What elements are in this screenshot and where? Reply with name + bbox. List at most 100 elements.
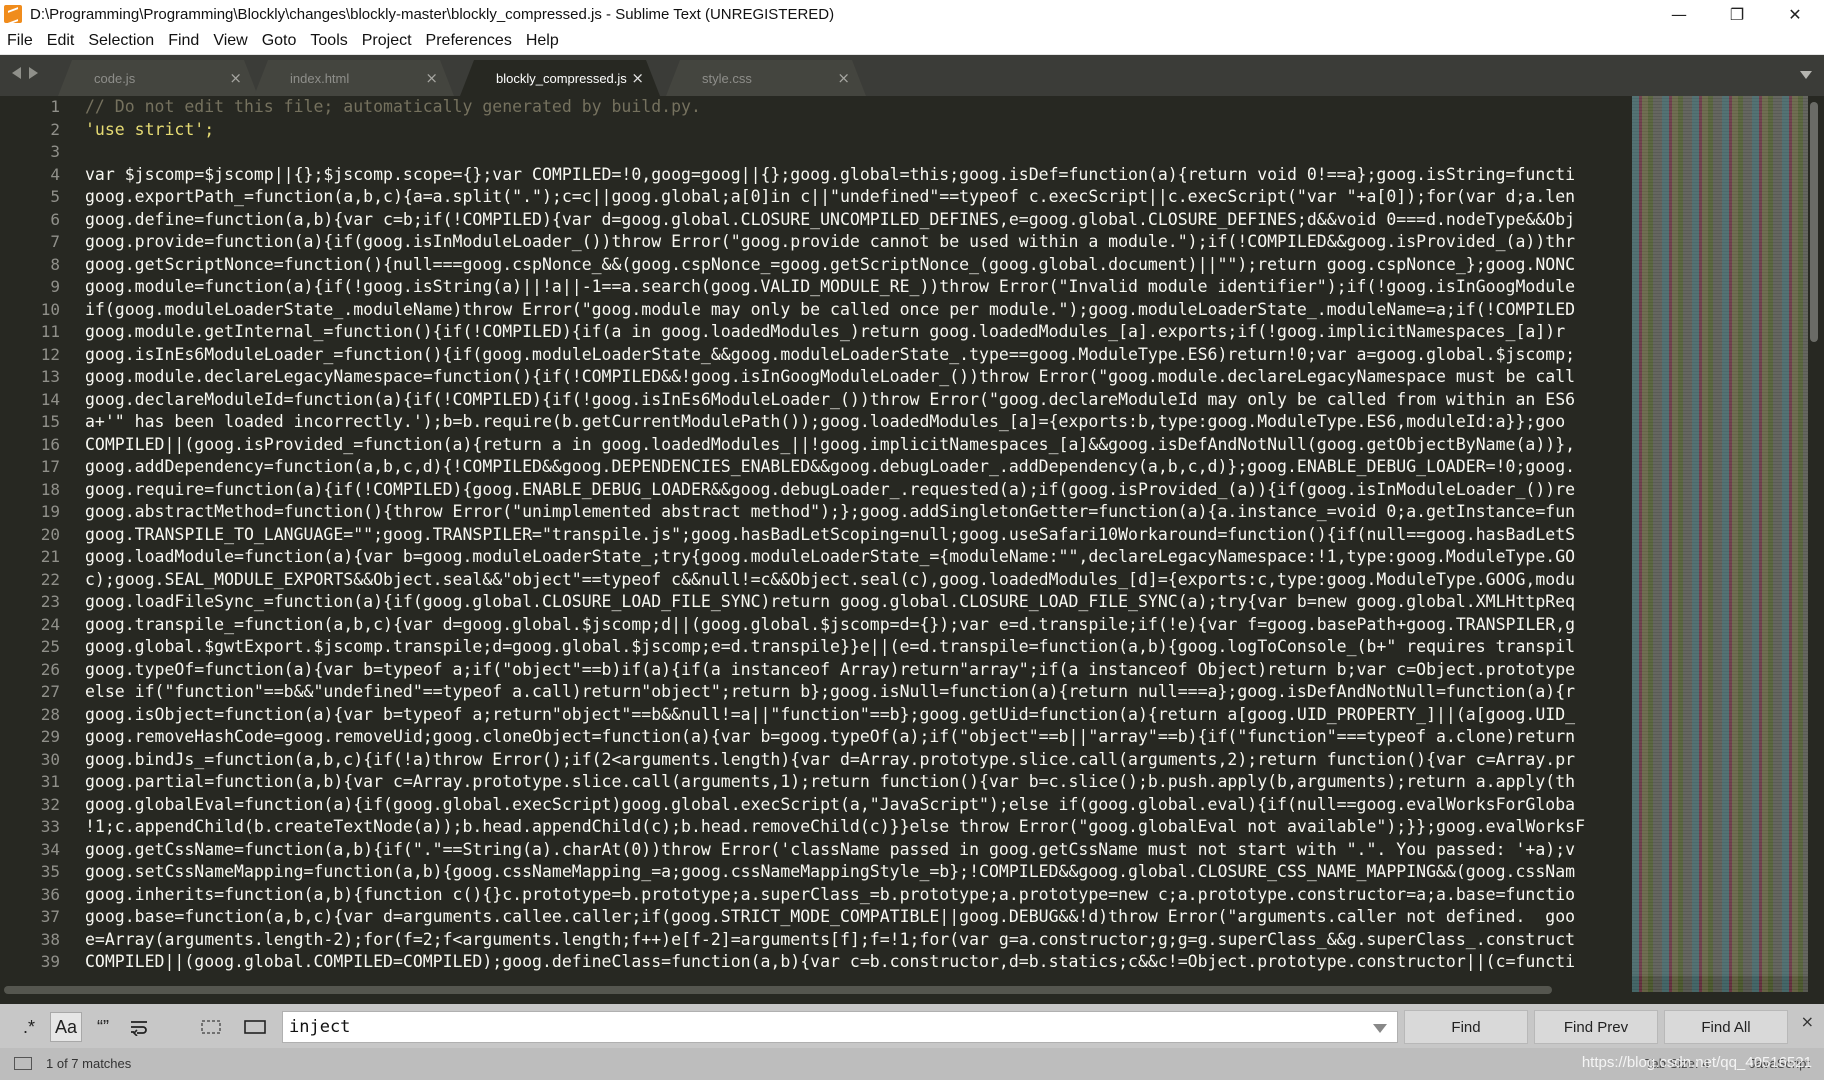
code-line[interactable]: c);goog.SEAL_MODULE_EXPORTS&&Object.seal…	[85, 569, 1630, 592]
menu-view[interactable]: View	[206, 32, 254, 50]
code-line[interactable]: goog.base=function(a,b,c){var d=argument…	[85, 906, 1630, 929]
code-line[interactable]: goog.define=function(a,b){var c=b;if(!CO…	[85, 209, 1630, 232]
line-number: 26	[40, 659, 60, 679]
code-line[interactable]: goog.global.$gwtExport.$jscomp.transpile…	[85, 636, 1630, 659]
horizontal-scrollbar[interactable]	[4, 986, 1552, 994]
menu-file[interactable]: File	[0, 32, 40, 50]
line-number: 9	[50, 277, 60, 296]
editor[interactable]: 1 2 3 4 5 6 7 8 9 10 11 12 13 14 15 16 17 18 19 20 21 22 23 24 2…	[0, 96, 1824, 992]
minimap-viewport[interactable]	[1632, 96, 1808, 976]
code-line[interactable]: goog.loadFileSync_=function(a){if(goog.g…	[85, 591, 1630, 614]
maximize-button[interactable]: ❐	[1708, 0, 1766, 28]
tab-style-css[interactable]: style.css ×	[666, 60, 866, 96]
code-line[interactable]: goog.getScriptNonce=function(){null===go…	[85, 254, 1630, 277]
tab-close-icon[interactable]: ×	[631, 69, 644, 87]
case-sensitive-toggle[interactable]: Aa	[50, 1012, 82, 1042]
code-line[interactable]: goog.transpile_=function(a,b,c){var d=go…	[85, 614, 1630, 637]
tab-list-dropdown-icon[interactable]	[1800, 71, 1812, 79]
highlight-matches-toggle[interactable]	[240, 1012, 270, 1042]
code-line[interactable]: 'use strict';	[85, 119, 1630, 142]
code-line[interactable]: var $jscomp=$jscomp||{};$jscomp.scope={}…	[85, 164, 1630, 187]
find-prev-button[interactable]: Find Prev	[1534, 1010, 1658, 1044]
code-line[interactable]: goog.partial=function(a,b){var c=Array.p…	[85, 771, 1630, 794]
menu-edit[interactable]: Edit	[40, 32, 82, 50]
code-line[interactable]: e=Array(arguments.length-2);for(f=2;f<ar…	[85, 929, 1630, 952]
code-line[interactable]: goog.declareModuleId=function(a){if(!COM…	[85, 389, 1630, 412]
menu-find[interactable]: Find	[161, 32, 206, 50]
code-line[interactable]: goog.module.declareLegacyNamespace=funct…	[85, 366, 1630, 389]
regex-toggle[interactable]: .*	[14, 1012, 44, 1042]
code-line[interactable]: goog.setCssNameMapping=function(a,b){goo…	[85, 861, 1630, 884]
code-line[interactable]: // Do not edit this file; automatically …	[85, 96, 1630, 119]
code-line[interactable]: else if("function"==b&&"undefined"==type…	[85, 681, 1630, 704]
line-number: 23	[40, 592, 60, 611]
find-query: inject	[289, 1017, 351, 1037]
line-number: 32	[40, 794, 60, 814]
line-number: 29	[40, 727, 60, 746]
code-line[interactable]: COMPILED||(goog.global.COMPILED=COMPILED…	[85, 951, 1630, 974]
tab-next-arrow-icon[interactable]	[29, 67, 38, 79]
code-line[interactable]: goog.getCssName=function(a,b){if("."==St…	[85, 839, 1630, 862]
menu-selection[interactable]: Selection	[81, 32, 161, 50]
find-all-button[interactable]: Find All	[1664, 1010, 1788, 1044]
line-number: 17	[40, 457, 60, 476]
menu-preferences[interactable]: Preferences	[419, 32, 519, 50]
show-panel-icon[interactable]	[14, 1057, 32, 1070]
tab-label: index.html	[290, 70, 350, 86]
tab-index-html[interactable]: index.html ×	[254, 60, 454, 96]
tab-close-icon[interactable]: ×	[229, 69, 242, 87]
code-line[interactable]: goog.inherits=function(a,b){function c()…	[85, 884, 1630, 907]
code-line[interactable]: a+'" has been loaded incorrectly.');b=b.…	[85, 411, 1630, 434]
line-number: 3	[50, 142, 60, 161]
code-line[interactable]: goog.typeOf=function(a){var b=typeof a;i…	[85, 659, 1630, 682]
code-line[interactable]	[85, 141, 1630, 164]
code-line[interactable]: goog.provide=function(a){if(goog.isInMod…	[85, 231, 1630, 254]
find-history-dropdown-icon[interactable]	[1373, 1024, 1387, 1033]
code-line[interactable]: !1;c.appendChild(b.createTextNode(a));b.…	[85, 816, 1630, 839]
tab-prev-arrow-icon[interactable]	[12, 67, 21, 79]
code-line[interactable]: goog.module.getInternal_=function(){if(!…	[85, 321, 1630, 344]
menu-goto[interactable]: Goto	[255, 32, 304, 50]
menu-help[interactable]: Help	[519, 32, 566, 50]
code-line[interactable]: if(goog.moduleLoaderState_.moduleName)th…	[85, 299, 1630, 322]
vertical-scrollbar[interactable]	[1810, 102, 1818, 342]
tab-close-icon[interactable]: ×	[837, 69, 850, 87]
code-line[interactable]: COMPILED||(goog.isProvided_=function(a){…	[85, 434, 1630, 457]
close-window-button[interactable]: ✕	[1766, 0, 1824, 28]
minimize-button[interactable]: —	[1650, 0, 1708, 28]
code-line[interactable]: goog.isObject=function(a){var b=typeof a…	[85, 704, 1630, 727]
code-line[interactable]: goog.isInEs6ModuleLoader_=function(){if(…	[85, 344, 1630, 367]
line-number: 31	[40, 772, 60, 791]
find-input[interactable]: inject	[282, 1011, 1398, 1043]
code-line[interactable]: goog.exportPath_=function(a,b,c){a=a.spl…	[85, 186, 1630, 209]
code-line[interactable]: goog.removeHashCode=goog.removeUid;goog.…	[85, 726, 1630, 749]
code-line[interactable]: goog.require=function(a){if(!COMPILED){g…	[85, 479, 1630, 502]
tab-close-icon[interactable]: ×	[425, 69, 438, 87]
code-line[interactable]: goog.abstractMethod=function(){throw Err…	[85, 501, 1630, 524]
match-count: 1 of 7 matches	[46, 1056, 132, 1071]
line-number: 18	[40, 479, 60, 499]
code-line[interactable]: goog.TRANSPILE_TO_LANGUAGE="";goog.TRANS…	[85, 524, 1630, 547]
line-number: 5	[50, 187, 60, 206]
find-button[interactable]: Find	[1404, 1010, 1528, 1044]
line-number: 8	[50, 254, 60, 274]
tab-blockly-compressed-js[interactable]: blockly_compressed.js ×	[460, 60, 660, 96]
find-panel-close-icon[interactable]: ×	[1801, 1012, 1814, 1031]
tab-label: code.js	[94, 70, 136, 86]
in-selection-toggle[interactable]	[196, 1012, 226, 1042]
code-line[interactable]: goog.bindJs_=function(a,b,c){if(!a)throw…	[85, 749, 1630, 772]
code-line[interactable]: goog.module=function(a){if(!goog.isStrin…	[85, 276, 1630, 299]
menu-project[interactable]: Project	[355, 32, 419, 50]
wrap-toggle[interactable]	[122, 1012, 156, 1042]
minimap[interactable]	[1632, 96, 1808, 992]
menu-tools[interactable]: Tools	[303, 32, 354, 50]
code-line[interactable]: goog.globalEval=function(a){if(goog.glob…	[85, 794, 1630, 817]
line-number: 38	[40, 929, 60, 949]
code-line[interactable]: goog.addDependency=function(a,b,c,d){!CO…	[85, 456, 1630, 479]
line-number: 12	[40, 344, 60, 364]
whole-word-toggle[interactable]: “”	[88, 1012, 118, 1042]
code-line[interactable]: goog.loadModule=function(a){var b=goog.m…	[85, 546, 1630, 569]
code-area[interactable]: // Do not edit this file; automatically …	[85, 96, 1630, 992]
tab-code-js[interactable]: code.js ×	[58, 60, 258, 96]
line-number: 25	[40, 637, 60, 656]
